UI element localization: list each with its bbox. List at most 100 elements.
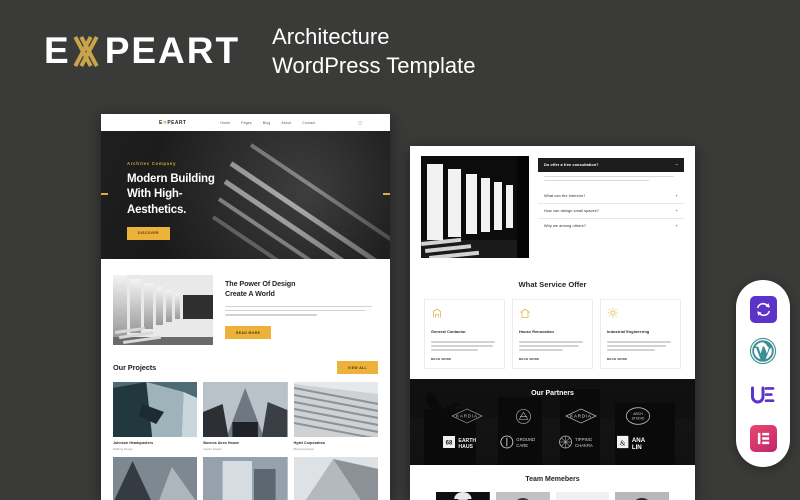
partner-logo[interactable]: ARCH STUDIO (612, 406, 665, 427)
partner-logo[interactable]: & ANA LIN (612, 432, 665, 453)
home-icon (520, 308, 530, 318)
nav-item-home[interactable]: Home (220, 121, 230, 125)
service-title: Industrial Engineering (607, 330, 650, 334)
plus-icon[interactable]: + (676, 194, 678, 198)
team-member-card[interactable] (436, 491, 490, 500)
faq-item[interactable]: Why we among others? + (538, 219, 684, 233)
cart-icon[interactable]: ▢ (358, 120, 362, 125)
faq-item[interactable]: What can the interiors? + (538, 189, 684, 205)
hero-left-tick (101, 193, 108, 195)
power-of-design-content: The Power Of Design Create A World READ … (225, 275, 378, 345)
power-heading-line-1: The Power Of Design (225, 279, 296, 288)
plus-icon[interactable]: + (676, 209, 678, 213)
plus-icon[interactable]: + (676, 224, 678, 228)
faq-row: Do offer a free consultation? − What can… (421, 156, 684, 258)
projects-grid-row-2 (113, 457, 378, 500)
svg-text:CARE: CARE (516, 444, 528, 449)
mockup-home-page: E ✕ PEART Home Pages Blog About Contact … (101, 114, 390, 500)
project-image[interactable] (113, 457, 198, 500)
partners-section: Our Partners KARDIA KARDIA ARCH STUDIO 6… (410, 378, 695, 465)
brand-logo: E PEART (44, 30, 240, 72)
svg-text:CHAKRA: CHAKRA (575, 444, 593, 449)
project-caption: Hyatt Corporation Planning Design (294, 441, 378, 451)
nav-item-contact[interactable]: Contact (302, 121, 315, 125)
partner-logo[interactable]: 68 EARTH HAUS (440, 432, 493, 453)
service-card[interactable]: House Renovation READ MORE (512, 299, 593, 369)
portrait-4 (615, 491, 669, 500)
project-card[interactable]: Buenos Aires House Interior Design (203, 382, 288, 451)
project-card[interactable]: Hyatt Corporation Planning Design (293, 382, 378, 451)
kardia-wordmark-2-icon: KARDIA (565, 409, 597, 424)
service-body (431, 341, 498, 351)
earth-haus-icon: 68 EARTH HAUS (442, 436, 476, 450)
nav-item-pages[interactable]: Pages (241, 121, 252, 125)
promo-header: E PEART Architecture WordPress Template (44, 22, 475, 80)
kardia-wordmark-icon: KARDIA (450, 409, 483, 424)
partner-logo[interactable]: KARDIA (555, 406, 608, 427)
minus-icon[interactable]: − (676, 163, 678, 167)
service-read-more-link[interactable]: READ MORE (519, 357, 586, 361)
faq-image (421, 156, 529, 258)
hero-heading-line-3: Aesthetics. (127, 203, 187, 216)
projects-view-all-button[interactable]: VIEW ALL (336, 361, 378, 374)
faq-item[interactable]: How can design small spaces? + (538, 204, 684, 220)
services-section: What Service Offer General Contactor REA… (410, 280, 695, 379)
wordpress-icon[interactable] (749, 337, 777, 370)
service-card[interactable]: General Contactor READ MORE (424, 299, 505, 369)
ground-care-icon: GROUND CARE (500, 436, 535, 449)
partner-logo[interactable]: GROUND CARE (497, 432, 550, 453)
team-member-card[interactable] (495, 491, 550, 500)
hero-heading-line-2: With High- (127, 188, 183, 201)
partner-logo[interactable] (497, 406, 550, 427)
team-member-card[interactable] (615, 491, 669, 500)
faq-section: Do offer a free consultation? − What can… (410, 146, 695, 268)
svg-text:68: 68 (445, 441, 452, 447)
sync-icon[interactable] (749, 295, 777, 323)
partners-title: Our Partners (531, 389, 574, 397)
hero-cta-button[interactable]: DISCOVER (127, 226, 170, 240)
power-read-more-button[interactable]: READ MORE (225, 326, 272, 340)
svg-text:&: & (620, 440, 626, 448)
unlimited-elements-icon[interactable] (749, 384, 777, 411)
tagline-line-1: Architecture (272, 24, 390, 49)
elementor-icon[interactable] (749, 424, 777, 452)
portrait-2 (495, 491, 550, 500)
project-name: Johnson Headquarters (113, 441, 154, 445)
project-image[interactable] (293, 457, 378, 500)
service-read-more-link[interactable]: READ MORE (607, 357, 674, 361)
faq-question: What can the interiors? (544, 194, 586, 199)
svg-text:TIPPING: TIPPING (575, 438, 592, 443)
faq-accordion: Do offer a free consultation? − What can… (538, 156, 684, 258)
service-card[interactable]: Industrial Engineering READ MORE (600, 299, 681, 369)
power-of-design-image (113, 275, 213, 345)
team-grid (410, 491, 695, 500)
svg-text:STUDIO: STUDIO (632, 417, 645, 421)
faq-question: How can design small spaces? (544, 209, 599, 214)
faq-answer (538, 172, 684, 189)
team-member-card[interactable] (555, 491, 610, 500)
service-read-more-link[interactable]: READ MORE (431, 357, 498, 361)
services-grid: General Contactor READ MORE House Renova… (410, 299, 695, 379)
project-image[interactable] (203, 457, 288, 500)
project-card[interactable]: Johnson Headquarters Building Design (113, 382, 198, 451)
project-caption: Buenos Aires House Interior Design (203, 441, 287, 451)
service-body (519, 341, 586, 351)
hero-heading: Modern Building With High- Aesthetics. (127, 172, 215, 218)
site-logo[interactable]: E ✕ PEART (159, 120, 186, 126)
partner-logo[interactable]: KARDIA (440, 406, 493, 427)
tagline-line-2: WordPress Template (272, 53, 476, 79)
project-image (293, 382, 378, 437)
tipping-chakra-icon: TIPPING CHAKRA (559, 436, 593, 449)
nav-item-about[interactable]: About (281, 121, 291, 125)
power-of-design-body-text (225, 305, 378, 316)
services-title: What Service Offer (518, 280, 587, 289)
partner-logo[interactable]: TIPPING CHAKRA (555, 432, 608, 453)
faq-item[interactable]: Do offer a free consultation? − (538, 158, 684, 172)
service-title: General Contactor (431, 330, 466, 334)
service-title: House Renovation (519, 330, 554, 334)
gear-icon (608, 308, 618, 318)
hero-eyebrow: Architec Company (127, 161, 177, 166)
svg-text:ANA: ANA (632, 437, 646, 444)
projects-grid: Johnson Headquarters Building Design Bue… (113, 382, 378, 451)
nav-item-blog[interactable]: Blog (263, 121, 271, 125)
